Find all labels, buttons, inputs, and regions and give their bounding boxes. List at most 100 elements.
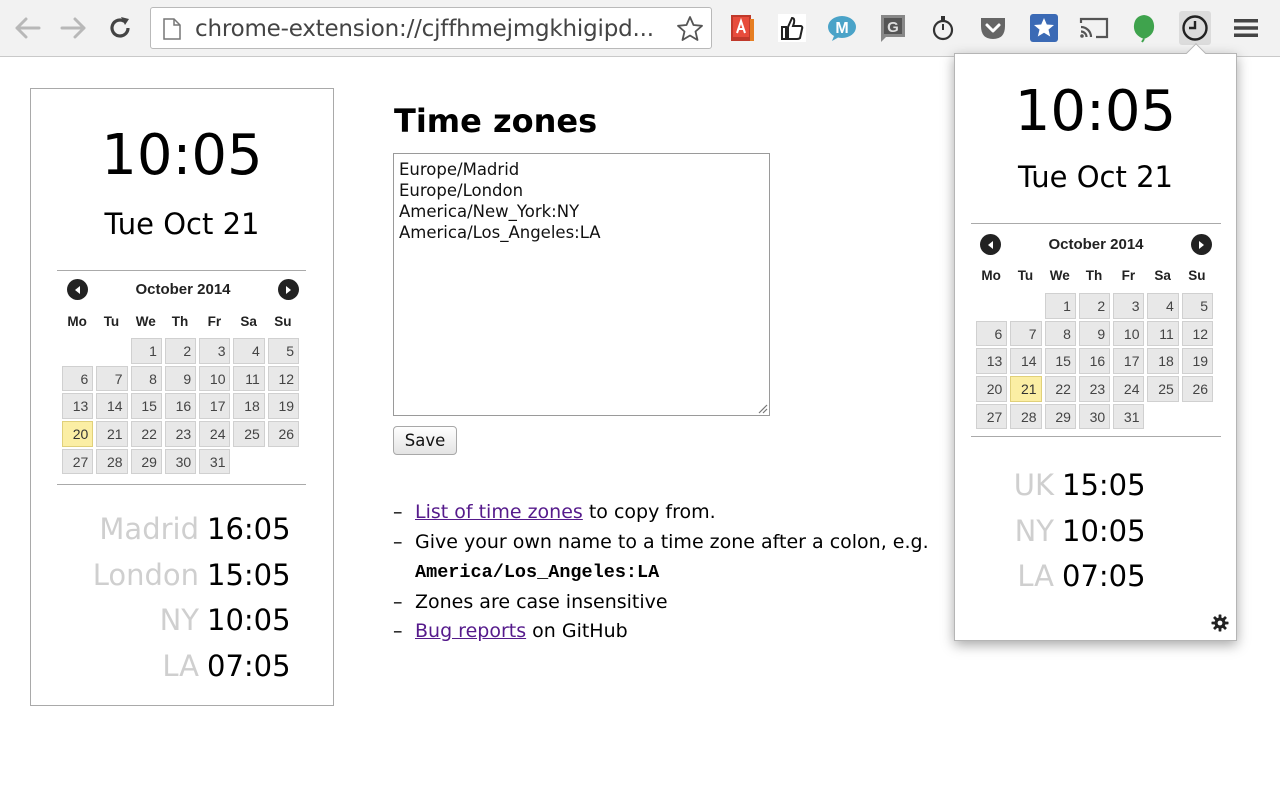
calendar-day-today[interactable]: 20 xyxy=(62,421,94,447)
calendar-day[interactable]: 15 xyxy=(130,393,162,420)
weekday-label: Su xyxy=(1188,268,1206,283)
stopwatch-extension[interactable] xyxy=(927,11,959,45)
calendar-day[interactable]: 4 xyxy=(1147,293,1179,319)
calendar-day[interactable]: 7 xyxy=(96,365,128,392)
calendar-day[interactable]: 12 xyxy=(267,365,300,392)
bookmark-star-outline-icon[interactable] xyxy=(675,14,705,44)
calendar-day[interactable]: 17 xyxy=(199,393,231,420)
g-extension[interactable]: G xyxy=(877,11,909,45)
calendar-day[interactable]: 3 xyxy=(1113,293,1145,319)
bug-reports-link[interactable]: Bug reports xyxy=(415,620,526,642)
m-bubble-icon: M xyxy=(828,16,856,41)
pocket-extension[interactable] xyxy=(977,11,1009,45)
weekday-label: Fr xyxy=(207,314,222,329)
forward-button[interactable] xyxy=(57,12,89,44)
calendar-day[interactable]: 16 xyxy=(1078,348,1111,375)
calendar-day[interactable]: 10 xyxy=(1113,320,1145,347)
calendar-day[interactable]: 2 xyxy=(164,338,197,364)
weekday-label: We xyxy=(135,314,156,329)
calendar-day[interactable]: 14 xyxy=(1010,348,1042,375)
calendar-day[interactable]: 3 xyxy=(199,338,231,364)
back-button[interactable] xyxy=(12,12,44,44)
reload-button[interactable] xyxy=(104,12,136,44)
url-text: chrome-extension://cjffhmejmgkhigipd... xyxy=(195,16,654,42)
popup-prev-month-button[interactable] xyxy=(980,234,1001,255)
calendar-day[interactable]: 12 xyxy=(1181,320,1214,347)
zone-name: LA xyxy=(1017,559,1054,594)
calendar-day[interactable]: 19 xyxy=(1181,348,1214,375)
calendar-day[interactable]: 13 xyxy=(976,348,1008,375)
pdf-reader-extension[interactable] xyxy=(726,11,758,45)
calendar-day[interactable]: 28 xyxy=(96,448,128,475)
calendar-day-today[interactable]: 21 xyxy=(1010,376,1042,402)
calendar-day[interactable]: 16 xyxy=(164,393,197,420)
calendar-day[interactable]: 24 xyxy=(199,421,231,447)
calendar-day[interactable]: 25 xyxy=(1147,376,1179,402)
calendar-day[interactable]: 25 xyxy=(233,421,265,447)
triangle-right-icon xyxy=(286,285,292,294)
time-zones-list-link[interactable]: List of time zones xyxy=(415,501,583,523)
list-dash: – xyxy=(393,620,403,642)
calendar-day[interactable]: 4 xyxy=(233,338,265,364)
calendar-day[interactable]: 11 xyxy=(1147,320,1179,347)
calendar-day[interactable]: 5 xyxy=(267,338,300,364)
popup-next-month-button[interactable] xyxy=(1190,234,1212,255)
leaf-extension[interactable] xyxy=(1128,11,1160,45)
calendar-day[interactable]: 14 xyxy=(96,393,128,420)
calendar-day[interactable]: 20 xyxy=(976,376,1008,402)
calendar-day[interactable]: 1 xyxy=(130,338,162,364)
resize-grip-icon[interactable] xyxy=(756,402,768,414)
address-bar[interactable]: chrome-extension://cjffhmejmgkhigipd... xyxy=(150,7,712,49)
calendar-day[interactable]: 22 xyxy=(1044,376,1076,402)
calendar-day[interactable]: 27 xyxy=(62,448,94,475)
calendar-day[interactable]: 11 xyxy=(233,365,265,392)
calendar-day[interactable]: 1 xyxy=(1044,293,1076,319)
popup-clock-time: 10:05 xyxy=(1014,79,1177,144)
calendar-day[interactable]: 28 xyxy=(1010,403,1042,430)
calendar-day[interactable]: 26 xyxy=(1181,376,1214,402)
prev-month-button[interactable] xyxy=(67,279,88,300)
calendar-day[interactable]: 7 xyxy=(1010,320,1042,347)
calendar-day[interactable]: 24 xyxy=(1113,376,1145,402)
calendar-day[interactable]: 15 xyxy=(1044,348,1076,375)
calendar-day[interactable]: 8 xyxy=(1044,320,1076,347)
calendar-day[interactable]: 6 xyxy=(976,320,1008,347)
calendar-day[interactable]: 23 xyxy=(164,421,197,447)
next-month-button[interactable] xyxy=(277,279,299,300)
calendar-day[interactable]: 2 xyxy=(1078,293,1111,319)
calendar-day[interactable]: 30 xyxy=(164,448,197,475)
calendar-day[interactable]: 9 xyxy=(164,365,197,392)
save-button[interactable]: Save xyxy=(393,426,457,455)
calendar-day[interactable]: 5 xyxy=(1181,293,1214,319)
calendar-day[interactable]: 31 xyxy=(1113,403,1145,430)
calendar-day[interactable]: 17 xyxy=(1113,348,1145,375)
calendar-day[interactable]: 6 xyxy=(62,365,94,392)
chrome-menu-button[interactable] xyxy=(1230,11,1262,45)
zone-time: 16:05 xyxy=(207,512,291,546)
calendar-day[interactable]: 9 xyxy=(1078,320,1111,347)
calendar-day[interactable]: 22 xyxy=(130,421,162,447)
thumbs-up-extension[interactable] xyxy=(776,11,808,45)
calendar-day[interactable]: 29 xyxy=(130,448,162,475)
m-bubble-extension[interactable]: M xyxy=(826,11,858,45)
calendar-day[interactable]: 18 xyxy=(233,393,265,420)
calendar-day[interactable]: 10 xyxy=(199,365,231,392)
weekday-label: Su xyxy=(274,314,292,329)
zone-time: 15:05 xyxy=(1062,468,1146,502)
calendar-day[interactable]: 21 xyxy=(96,421,128,447)
calendar-day[interactable]: 26 xyxy=(267,421,300,447)
bookmark-star-extension[interactable] xyxy=(1028,11,1060,45)
gear-icon[interactable] xyxy=(1211,614,1229,632)
clock-extension[interactable] xyxy=(1179,11,1211,45)
time-zones-textarea[interactable] xyxy=(393,153,770,416)
cast-extension[interactable] xyxy=(1078,11,1110,45)
calendar-day[interactable]: 13 xyxy=(62,393,94,420)
calendar-day[interactable]: 30 xyxy=(1078,403,1111,430)
calendar-day[interactable]: 23 xyxy=(1078,376,1111,402)
calendar-day[interactable]: 29 xyxy=(1044,403,1076,430)
calendar-day[interactable]: 19 xyxy=(267,393,300,420)
calendar-day[interactable]: 18 xyxy=(1147,348,1179,375)
calendar-day[interactable]: 8 xyxy=(130,365,162,392)
calendar-day[interactable]: 31 xyxy=(199,448,231,475)
calendar-day[interactable]: 27 xyxy=(976,403,1008,430)
